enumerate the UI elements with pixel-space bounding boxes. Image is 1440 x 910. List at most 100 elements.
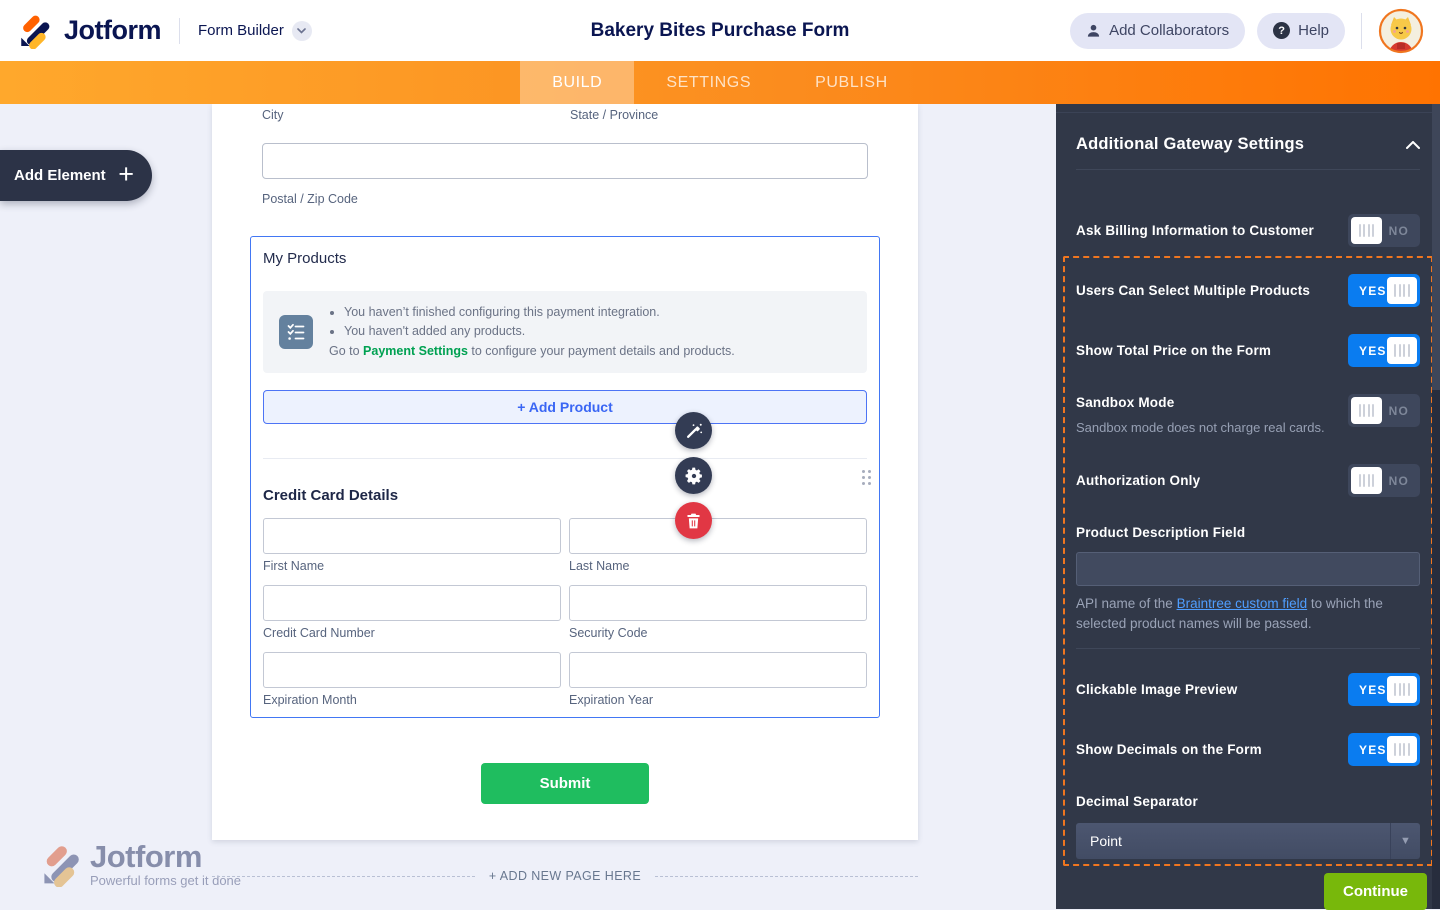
expiration-month-label: Expiration Month — [263, 693, 357, 707]
toggle-knob — [1386, 676, 1417, 703]
avatar[interactable] — [1378, 8, 1424, 54]
panel-title: Additional Gateway Settings — [1076, 135, 1305, 153]
add-element-label: Add Element — [14, 167, 106, 184]
city-label: City — [262, 108, 284, 122]
setting-product-description: Product Description Field API name of th… — [1076, 524, 1420, 634]
question-icon: ? — [1273, 22, 1291, 39]
security-code-label: Security Code — [569, 626, 648, 640]
add-collaborators-button[interactable]: Add Collaborators — [1070, 12, 1246, 49]
panel-divider — [1076, 648, 1420, 649]
form-title[interactable]: Bakery Bites Purchase Form — [591, 20, 850, 42]
warning-item: You haven't added any products. — [344, 322, 735, 341]
submit-button[interactable]: Submit — [481, 763, 649, 804]
jotform-logo-icon[interactable] — [16, 13, 52, 49]
panel-divider — [1056, 112, 1440, 113]
add-element-button[interactable]: Add Element + — [0, 150, 152, 201]
setting-billing-row: Ask Billing Information to Customer NO — [1076, 214, 1420, 247]
help-label: Help — [1298, 22, 1329, 39]
postal-label: Postal / Zip Code — [262, 192, 358, 206]
braintree-custom-field-link[interactable]: Braintree custom field — [1177, 596, 1308, 611]
first-name-input[interactable] — [263, 518, 561, 554]
sandbox-toggle[interactable]: NO — [1348, 394, 1420, 427]
form-builder-label: Form Builder — [198, 22, 284, 39]
goto-suffix: to configure your payment details and pr… — [467, 344, 735, 358]
toggle-state: YES — [1359, 283, 1387, 298]
jotform-watermark: Jotform Powerful forms get it done — [38, 841, 241, 887]
security-code-input[interactable] — [569, 585, 867, 621]
toggle-knob — [1386, 337, 1417, 364]
total-price-label: Show Total Price on the Form — [1076, 342, 1272, 358]
credit-card-title: Credit Card Details — [263, 487, 399, 504]
chevron-up-icon[interactable] — [1406, 140, 1420, 149]
postal-code-input[interactable] — [262, 143, 868, 179]
main-nav: BUILD SETTINGS PUBLISH — [0, 61, 1440, 104]
last-name-label: Last Name — [569, 559, 630, 573]
payment-settings-link[interactable]: Payment Settings — [363, 344, 468, 358]
setting-clickable-image-row: Clickable Image Preview YES — [1076, 673, 1420, 706]
highlighted-settings-group: Users Can Select Multiple Products YES S… — [1063, 256, 1433, 866]
gear-button[interactable] — [675, 457, 712, 494]
add-new-page-button[interactable]: + ADD NEW PAGE HERE — [212, 869, 918, 883]
sandbox-label: Sandbox Mode — [1076, 395, 1175, 410]
authorization-toggle[interactable]: NO — [1348, 464, 1420, 497]
goto-prefix: Go to — [329, 344, 364, 358]
billing-toggle[interactable]: NO — [1348, 214, 1420, 247]
toggle-knob — [1351, 397, 1382, 424]
state-label: State / Province — [570, 108, 659, 122]
continue-button[interactable]: Continue — [1324, 873, 1427, 910]
setting-sandbox-row: Sandbox Mode Sandbox mode does not charg… — [1076, 394, 1420, 437]
toggle-state: NO — [1388, 223, 1409, 238]
toggle-state: NO — [1388, 403, 1409, 418]
panel-divider — [1076, 169, 1420, 170]
setting-total-price-row: Show Total Price on the Form YES — [1076, 334, 1420, 367]
watermark-brand: Jotform — [90, 839, 202, 874]
api-help-text: API name of the Braintree custom field t… — [1076, 594, 1420, 634]
last-name-input[interactable] — [569, 518, 867, 554]
form-canvas: Add Element + City State / Province Post… — [0, 104, 1056, 909]
payment-warning-box: You haven’t finished configuring this pa… — [263, 291, 867, 373]
product-description-label: Product Description Field — [1076, 525, 1246, 540]
toggle-state: YES — [1359, 343, 1387, 358]
gateway-settings-panel: Additional Gateway Settings Ask Billing … — [1056, 104, 1440, 910]
card-number-input[interactable] — [263, 585, 561, 621]
form-builder-menu[interactable]: Form Builder — [198, 20, 312, 41]
drag-handle-icon[interactable] — [862, 470, 871, 485]
form-page: City State / Province Postal / Zip Code … — [212, 104, 918, 840]
setting-authorization-row: Authorization Only NO — [1076, 464, 1420, 497]
expiration-year-input[interactable] — [569, 652, 867, 688]
panel-scrollbar[interactable] — [1432, 104, 1440, 909]
toggle-state: NO — [1388, 473, 1409, 488]
clickable-image-toggle[interactable]: YES — [1348, 673, 1420, 706]
multiple-products-toggle[interactable]: YES — [1348, 274, 1420, 307]
add-new-page-label: + ADD NEW PAGE HERE — [488, 869, 642, 883]
decimal-separator-select[interactable]: Point ▼ — [1076, 823, 1420, 859]
tab-publish[interactable]: PUBLISH — [783, 61, 920, 104]
authorization-label: Authorization Only — [1076, 472, 1201, 488]
app-header: Jotform Form Builder Bakery Bites Purcha… — [0, 0, 1440, 61]
billing-label: Ask Billing Information to Customer — [1076, 222, 1315, 238]
product-description-input[interactable] — [1076, 552, 1420, 586]
warning-item: You haven’t finished configuring this pa… — [344, 303, 735, 322]
toggle-state: YES — [1359, 742, 1387, 757]
show-decimals-toggle[interactable]: YES — [1348, 733, 1420, 766]
scrollbar-thumb[interactable] — [1432, 104, 1440, 390]
magic-wand-button[interactable] — [675, 412, 712, 449]
selected-option: Point — [1090, 833, 1122, 849]
chevron-down-icon: ▼ — [1390, 823, 1420, 859]
add-collaborators-label: Add Collaborators — [1109, 22, 1230, 39]
expiration-month-input[interactable] — [263, 652, 561, 688]
tab-settings[interactable]: SETTINGS — [634, 61, 783, 104]
payment-element[interactable]: My Products • You haven’t finished confi… — [250, 236, 880, 718]
clickable-image-label: Clickable Image Preview — [1076, 681, 1238, 697]
header-divider — [1361, 12, 1362, 49]
help-button[interactable]: ? Help — [1257, 12, 1345, 49]
checklist-icon — [279, 315, 313, 349]
total-price-toggle[interactable]: YES — [1348, 334, 1420, 367]
tab-build[interactable]: BUILD — [520, 61, 635, 104]
person-icon — [1086, 23, 1101, 38]
add-product-button[interactable]: + Add Product — [263, 390, 867, 424]
credit-card-grid: First Name Last Name Credit Card Number … — [263, 518, 867, 707]
trash-button[interactable] — [675, 502, 712, 539]
toggle-knob — [1351, 467, 1382, 494]
plus-icon: + — [118, 158, 134, 189]
